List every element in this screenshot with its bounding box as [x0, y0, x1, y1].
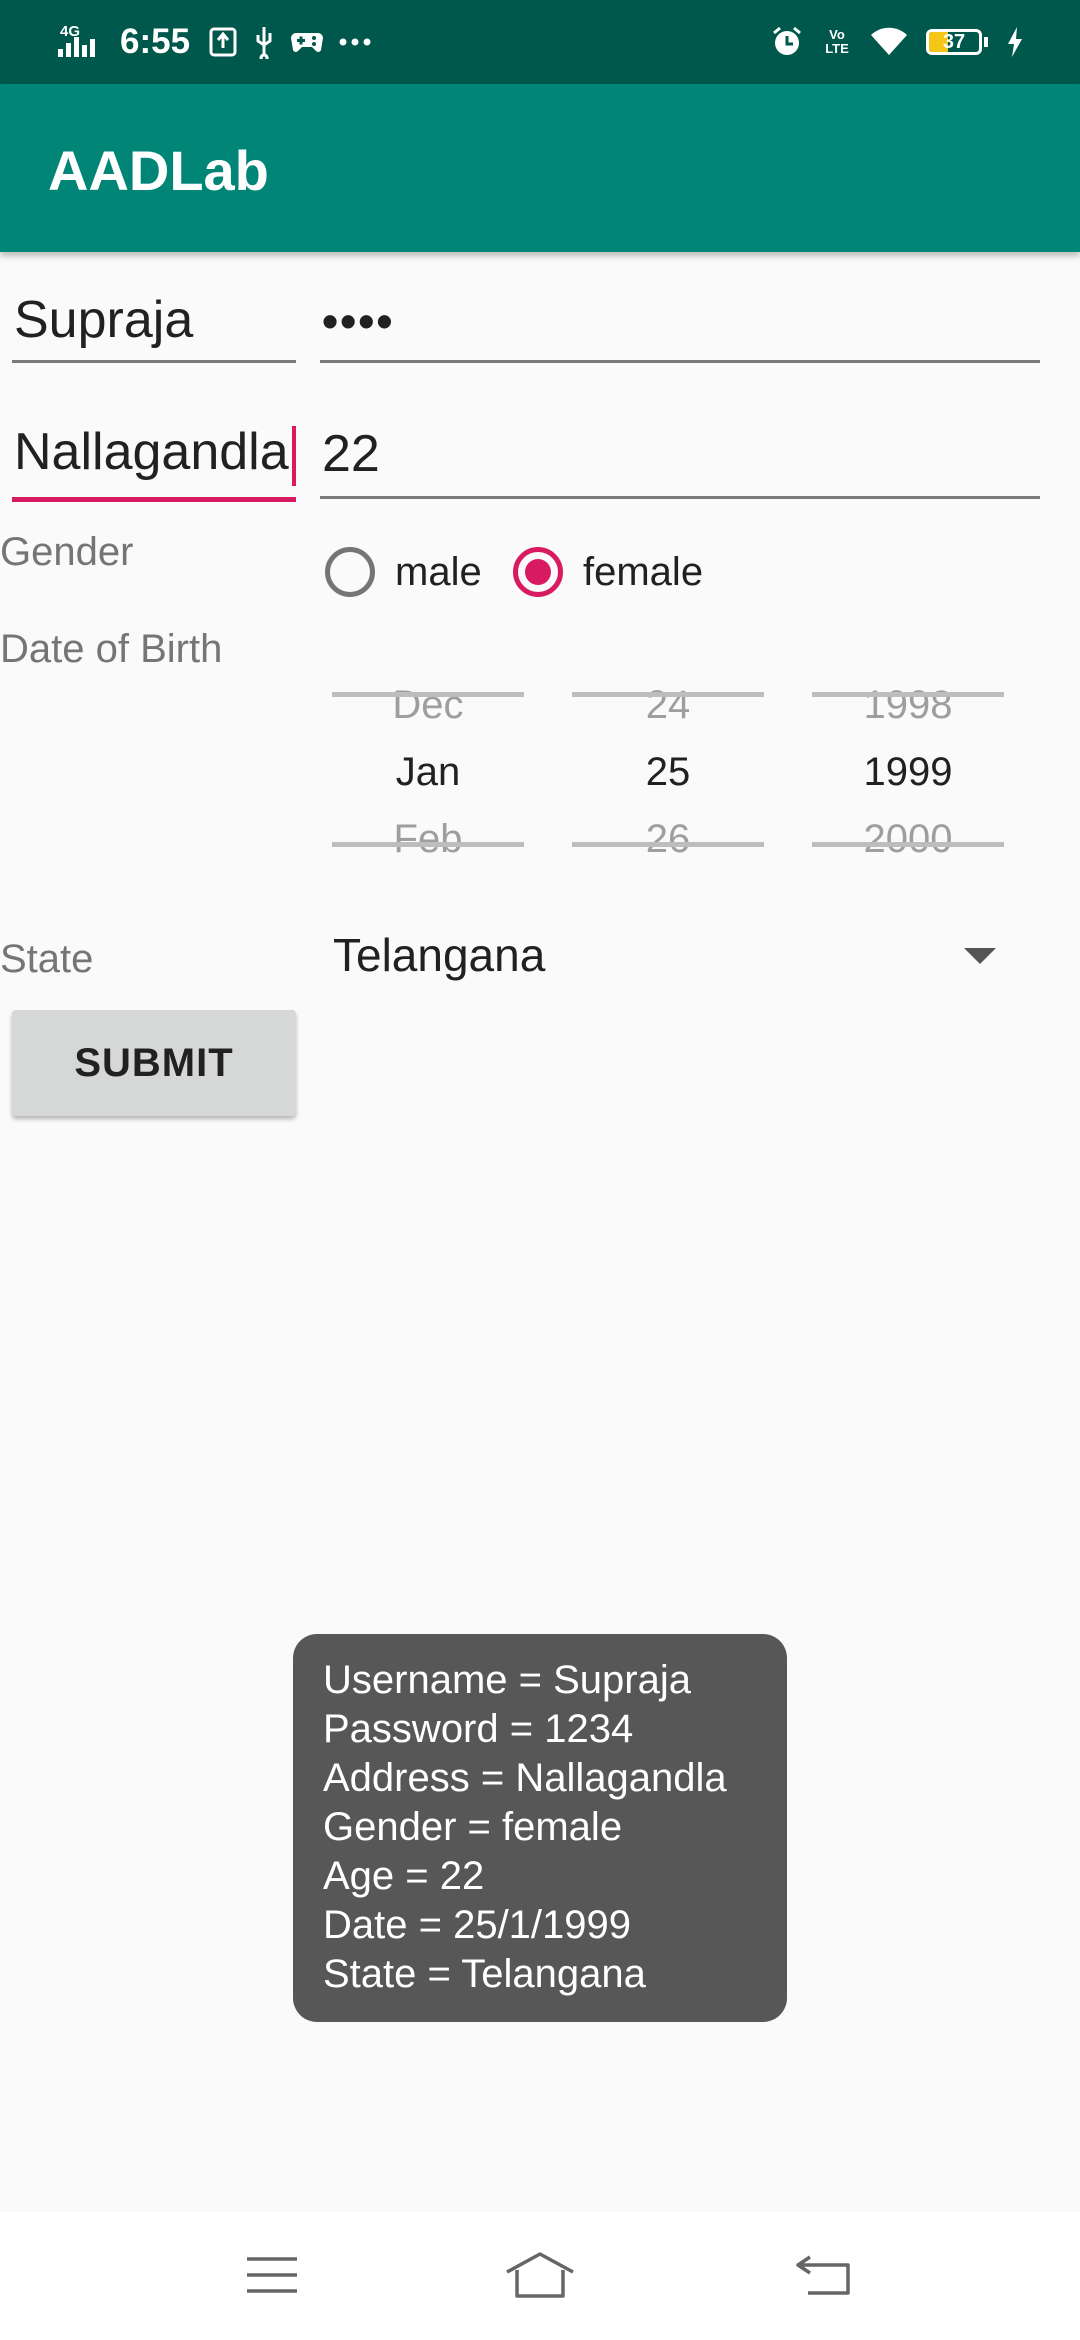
year-next[interactable]: 2000	[812, 814, 1004, 864]
month-divider-bottom	[332, 842, 524, 847]
dropdown-arrow-icon[interactable]	[964, 948, 996, 964]
battery-icon: 37	[926, 29, 988, 55]
radio-female-dot	[525, 559, 551, 585]
radio-male[interactable]: male	[325, 547, 482, 597]
text-cursor	[292, 426, 296, 486]
more-icon	[338, 37, 372, 47]
home-icon	[503, 2250, 577, 2305]
usb-icon	[252, 25, 276, 59]
back-nav-button[interactable]	[784, 2242, 864, 2312]
alarm-icon	[770, 25, 804, 59]
day-selected[interactable]: 25	[572, 747, 764, 797]
status-bar: 4G 6:55 Vo LTE 37	[0, 0, 1080, 84]
address-underline	[12, 497, 296, 502]
volte-icon: Vo LTE	[822, 28, 852, 56]
password-value: ••••	[322, 295, 395, 347]
month-divider-top	[332, 692, 524, 697]
address-value: Nallagandla	[14, 423, 289, 481]
menu-nav-button[interactable]	[232, 2242, 312, 2312]
age-value: 22	[322, 425, 380, 483]
day-prev[interactable]: 24	[572, 680, 764, 730]
radio-female[interactable]: female	[513, 547, 703, 597]
month-prev[interactable]: Dec	[332, 680, 524, 730]
radio-female-circle[interactable]	[513, 547, 563, 597]
usb-debug-icon	[208, 26, 238, 58]
password-field[interactable]: ••••	[320, 288, 1040, 363]
state-spinner-value: Telangana	[333, 929, 546, 981]
username-value: Supraja	[14, 291, 194, 349]
home-nav-button[interactable]	[500, 2242, 580, 2312]
toast-line-gender: Gender = female	[323, 1805, 623, 1849]
battery-cap	[984, 37, 988, 47]
day-next[interactable]: 26	[572, 814, 764, 864]
app-title: AADLab	[48, 139, 269, 202]
year-picker[interactable]: 1998 1999 2000	[812, 676, 1004, 876]
age-underline	[320, 496, 1040, 499]
username-field[interactable]: Supraja	[12, 288, 296, 363]
status-right: Vo LTE 37	[752, 18, 1024, 66]
year-divider-bottom	[812, 842, 1004, 847]
charging-icon	[1006, 26, 1024, 58]
dob-label: Date of Birth	[0, 627, 223, 671]
radio-male-circle[interactable]	[325, 547, 375, 597]
address-field[interactable]: Nallagandla	[12, 420, 296, 502]
back-icon	[794, 2253, 854, 2302]
network-type-label: 4G	[60, 23, 81, 40]
toast-line-state: State = Telangana	[323, 1952, 646, 1996]
toast-line-address: Address = Nallagandla	[323, 1756, 727, 1800]
toast-line-username: Username = Supraja	[323, 1658, 691, 1702]
status-left: 4G 6:55	[56, 18, 386, 66]
radio-female-label: female	[583, 549, 704, 594]
username-underline	[12, 360, 296, 363]
day-divider-top	[572, 692, 764, 697]
year-prev[interactable]: 1998	[812, 680, 1004, 730]
submit-button[interactable]: SUBMIT	[12, 1010, 296, 1116]
year-divider-top	[812, 692, 1004, 697]
toast-message: Username = Supraja Password = 1234 Addre…	[293, 1634, 787, 2022]
month-picker[interactable]: Dec Jan Feb	[332, 676, 524, 876]
battery-body: 37	[926, 29, 982, 55]
toast-line-age: Age = 22	[323, 1854, 485, 1898]
signal-icon: 4G	[56, 23, 96, 59]
toast-line-password: Password = 1234	[323, 1707, 634, 1751]
status-time: 6:55	[120, 22, 191, 61]
navigation-bar	[0, 2212, 1080, 2340]
app-bar: AADLab	[0, 84, 1080, 252]
battery-level: 37	[942, 30, 966, 53]
password-underline	[320, 360, 1040, 363]
volte-label: Vo LTE	[825, 27, 849, 56]
month-selected[interactable]: Jan	[332, 747, 524, 797]
month-next[interactable]: Feb	[332, 814, 524, 864]
menu-icon	[245, 2255, 299, 2300]
day-picker[interactable]: 24 25 26	[572, 676, 764, 876]
age-field[interactable]: 22	[320, 422, 1040, 499]
wifi-icon	[870, 27, 908, 57]
gender-label: Gender	[0, 530, 134, 574]
gamepad-icon	[290, 29, 324, 55]
radio-male-label: male	[395, 549, 482, 594]
state-label: State	[0, 937, 94, 981]
year-selected[interactable]: 1999	[812, 747, 1004, 797]
toast-line-date: Date = 25/1/1999	[323, 1903, 632, 1947]
day-divider-bottom	[572, 842, 764, 847]
